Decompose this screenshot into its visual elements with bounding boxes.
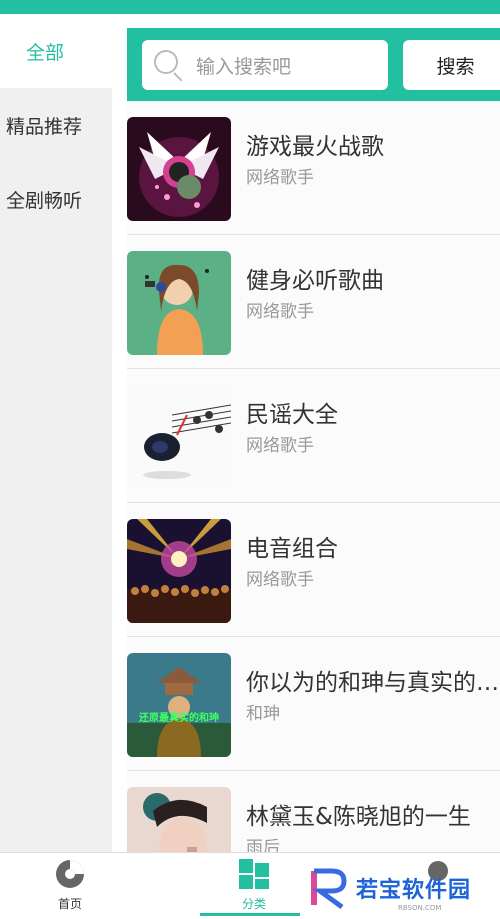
- sidebar-item-label: 精品推荐: [6, 115, 83, 138]
- list-item[interactable]: 民谣大全 网络歌手: [127, 369, 500, 503]
- list-item[interactable]: 健身必听歌曲 网络歌手: [127, 235, 500, 369]
- album-title: 电音组合: [246, 536, 338, 562]
- list-item[interactable]: 游戏最火战歌 网络歌手: [127, 101, 500, 235]
- search-placeholder: 输入搜索吧: [196, 55, 292, 78]
- active-tab-indicator: [200, 913, 300, 916]
- list-item[interactable]: 还原最真实的和珅 你以为的和珅与真实的… 和珅: [127, 637, 500, 771]
- album-cover: [127, 385, 231, 489]
- album-cover: 还原最真实的和珅: [127, 653, 231, 757]
- search-button[interactable]: 搜索: [403, 40, 500, 90]
- album-artist: 网络歌手: [246, 302, 314, 322]
- album-artist: 雨后: [246, 838, 280, 852]
- album-cover: [127, 251, 231, 355]
- album-cover: [127, 117, 231, 221]
- album-cover: [127, 787, 231, 852]
- album-title: 游戏最火战歌: [246, 134, 384, 160]
- sidebar-item-recommended[interactable]: 精品推荐: [0, 88, 112, 162]
- disc-icon: [56, 860, 84, 888]
- nav-item-label: 首页: [57, 897, 82, 911]
- status-bar: [0, 0, 500, 14]
- album-artist: 和珅: [246, 704, 280, 724]
- search-input[interactable]: 输入搜索吧: [142, 40, 388, 90]
- album-artist: 网络歌手: [246, 570, 314, 590]
- sidebar-item-label: 全部: [26, 41, 65, 64]
- search-bar: 输入搜索吧 搜索: [127, 28, 500, 101]
- list-item[interactable]: 电音组合 网络歌手: [127, 503, 500, 637]
- list-item[interactable]: 林黛玉&陈晓旭的一生 雨后: [127, 771, 500, 852]
- album-title: 民谣大全: [246, 402, 338, 428]
- album-artist: 网络歌手: [246, 168, 314, 188]
- sidebar-item-full-drama[interactable]: 全剧畅听: [0, 162, 112, 236]
- sidebar-item-all[interactable]: 全部: [0, 14, 112, 88]
- watermark-logo-icon: [311, 868, 347, 909]
- watermark-subtext: RBSON.COM: [398, 904, 442, 912]
- album-title: 健身必听歌曲: [246, 268, 384, 294]
- cover-text: 还原最真实的和珅: [138, 711, 219, 724]
- nav-item-category[interactable]: 分类: [204, 859, 304, 912]
- nav-item-home[interactable]: 首页: [20, 859, 120, 912]
- album-cover: [127, 519, 231, 623]
- album-title: 你以为的和珅与真实的…: [246, 670, 499, 696]
- watermark: 若宝软件园 RBSON.COM: [310, 862, 500, 914]
- watermark-text: 若宝软件园: [356, 878, 472, 903]
- grid-icon: [239, 859, 269, 889]
- album-list: 游戏最火战歌 网络歌手 健身必听歌曲 网络歌手 民谣大全 网络歌手 电音组合 网…: [127, 101, 500, 852]
- sidebar-item-label: 全剧畅听: [6, 189, 83, 212]
- album-artist: 网络歌手: [246, 436, 314, 456]
- search-icon: [152, 48, 186, 82]
- category-sidebar: 全部 精品推荐 全剧畅听: [0, 14, 112, 852]
- album-title: 林黛玉&陈晓旭的一生: [246, 804, 471, 830]
- nav-item-label: 分类: [241, 897, 266, 911]
